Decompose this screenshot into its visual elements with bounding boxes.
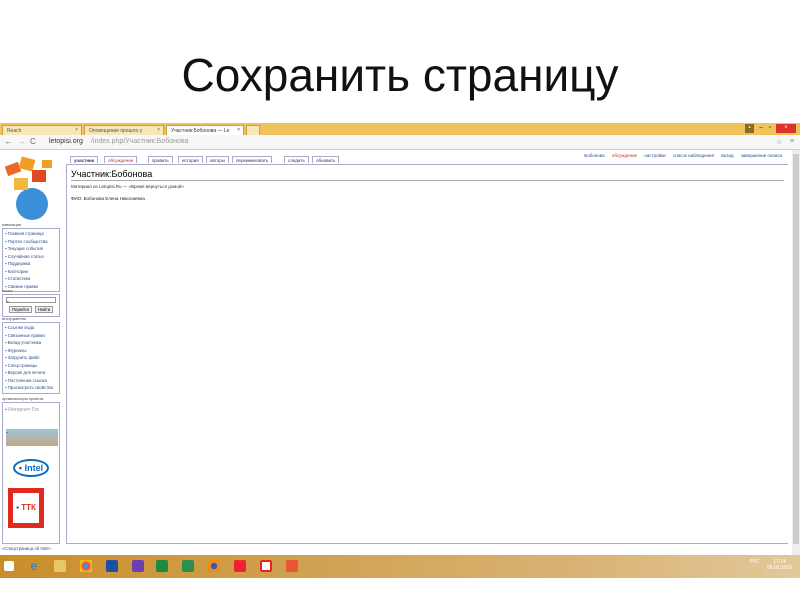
nav-portlet: навигация Главная страница Портал сообще… — [2, 222, 60, 292]
tool-link[interactable]: Вклад участника — [5, 339, 57, 347]
tools-title: инструменты — [2, 316, 27, 321]
menu-icon[interactable]: ≡ — [790, 138, 794, 145]
tab-watch[interactable]: следить — [284, 156, 309, 163]
ie-icon[interactable]: e — [28, 560, 40, 572]
nav-link[interactable]: Категории — [5, 268, 57, 276]
user-link[interactable]: Бобонова — [584, 153, 604, 158]
close-icon[interactable]: × — [237, 127, 240, 133]
tab-discussion[interactable]: обсуждение — [104, 156, 138, 163]
search-title: поиск — [2, 288, 13, 293]
org-portlet: организаторы проекта Интернет-Гос Intel … — [2, 396, 60, 551]
preferences-link[interactable]: настройки — [644, 153, 665, 158]
tab-authors[interactable]: авторы — [206, 156, 230, 163]
firefox-icon[interactable] — [208, 560, 220, 572]
publisher-icon[interactable] — [156, 560, 168, 572]
tool-link[interactable]: Загрузить файл — [5, 354, 57, 362]
yandex-browser-icon[interactable] — [260, 560, 272, 572]
explorer-icon[interactable] — [54, 560, 66, 572]
tool-link[interactable]: Связанные правки — [5, 332, 57, 340]
tool-link[interactable]: Журналы — [5, 347, 57, 355]
excel-icon[interactable] — [182, 560, 194, 572]
taskbar: e РУС 17:14 06.02.2016 — [0, 555, 800, 578]
tab-label: Reach — [7, 128, 22, 134]
tools-portlet: инструменты Ссылки сюда Связанные правки… — [2, 316, 60, 394]
search-find-button[interactable]: Найти — [35, 306, 54, 313]
tool-link[interactable]: Постоянная ссылка — [5, 377, 57, 385]
system-tray[interactable]: РУС 17:14 06.02.2016 — [750, 559, 792, 571]
tab-edit[interactable]: править — [148, 156, 173, 163]
wiki-page: участник обсуждение править история авто… — [0, 150, 800, 555]
search-input[interactable] — [6, 297, 56, 303]
search-portlet: поиск Перейти Найти — [2, 288, 60, 317]
contributions-link[interactable]: вклад — [721, 153, 733, 158]
tab-history[interactable]: история — [178, 156, 203, 163]
visual-studio-icon[interactable] — [132, 560, 144, 572]
maximize-button[interactable]: ▫ — [766, 124, 774, 133]
tool-link[interactable]: Ссылки сюда — [5, 324, 57, 332]
tab-refresh[interactable]: обновить — [312, 156, 340, 163]
clock-date: 06.02.2016 — [766, 565, 792, 571]
close-icon[interactable]: × — [75, 127, 78, 133]
slide-title: Сохранить страницу — [181, 49, 619, 101]
star-icon[interactable]: ☆ — [776, 138, 782, 146]
banner-image[interactable] — [6, 429, 58, 446]
personal-links: Бобонова обсуждение настройки список наб… — [578, 153, 782, 158]
nav-link[interactable]: Поддержка — [5, 260, 57, 268]
user-icon[interactable]: ▪ — [745, 124, 754, 133]
watchlist-link[interactable]: список наблюдения — [673, 153, 714, 158]
talk-link[interactable]: обсуждение — [612, 153, 637, 158]
nav-title: навигация — [2, 222, 22, 227]
tab-label: Оповещение прошло у — [89, 128, 143, 134]
logout-link[interactable]: завершение сеанса — [741, 153, 782, 158]
tool-link[interactable]: Версия для печати — [5, 369, 57, 377]
yandex-icon[interactable] — [234, 560, 246, 572]
forward-icon[interactable]: → — [17, 136, 26, 146]
app-icon[interactable] — [106, 560, 118, 572]
powerpoint-icon[interactable] — [286, 560, 298, 572]
back-icon[interactable]: ← — [4, 136, 13, 146]
intel-logo[interactable]: Intel — [13, 459, 49, 477]
tab-rename[interactable]: переименовать — [232, 156, 273, 163]
ttk-logo[interactable]: ТТК — [8, 488, 44, 528]
nav-link[interactable]: Статистика — [5, 275, 57, 283]
org-title: организаторы проекта — [2, 396, 44, 401]
address-bar[interactable]: ← → C letopisi.org /index.php/Участник:Б… — [0, 135, 800, 150]
fio-text: ФИО: Бобонова Елена Николаевна — [71, 196, 145, 201]
site-logo — [4, 156, 52, 220]
browser-screenshot: Reach × Оповещение прошло у × Участник:Боб… — [0, 123, 800, 578]
language-indicator[interactable]: РУС — [750, 559, 760, 565]
new-tab-button[interactable] — [246, 125, 260, 135]
tab-user[interactable]: участник — [70, 156, 99, 163]
start-icon[interactable] — [4, 561, 14, 571]
nav-link[interactable]: Текущие события — [5, 245, 57, 253]
search-go-button[interactable]: Перейти — [9, 306, 33, 313]
page-heading: Участник:Бобонова — [71, 169, 784, 181]
intel-page-link[interactable]: «Спецстраница об Intel» — [2, 546, 60, 551]
reload-icon[interactable]: C — [30, 137, 36, 146]
browser-tab-active[interactable]: Участник:Бобонова — Le × — [166, 125, 244, 135]
browser-tab[interactable]: Reach × — [2, 125, 82, 135]
browser-tab[interactable]: Оповещение прошло у × — [84, 125, 164, 135]
chrome-icon[interactable] — [80, 560, 92, 572]
tab-label: Участник:Бобонова — Le — [171, 128, 230, 134]
nav-link[interactable]: Главная страница — [5, 230, 57, 238]
scrollbar[interactable] — [792, 150, 800, 555]
minimize-button[interactable]: – — [757, 124, 765, 133]
internet-gos-logo[interactable]: Интернет-Гос — [5, 407, 57, 421]
page-content: Участник:Бобонова Материал из Letopisi.R… — [66, 164, 788, 544]
tool-link[interactable]: Спецстраницы — [5, 362, 57, 370]
url-path: /index.php/Участник:Бобонова — [91, 138, 189, 145]
close-button[interactable]: × — [776, 124, 796, 133]
page-subtitle: Материал из Letopisi.Ru — «Время вернуть… — [71, 184, 184, 189]
url-domain: letopisi.org — [49, 138, 83, 145]
nav-link[interactable]: Случайная статья — [5, 253, 57, 261]
tab-bar: Reach × Оповещение прошло у × Участник:Боб… — [0, 123, 800, 135]
close-icon[interactable]: × — [157, 127, 160, 133]
tool-link[interactable]: Просмотреть свойства — [5, 384, 57, 392]
nav-link[interactable]: Портал сообщества — [5, 238, 57, 246]
